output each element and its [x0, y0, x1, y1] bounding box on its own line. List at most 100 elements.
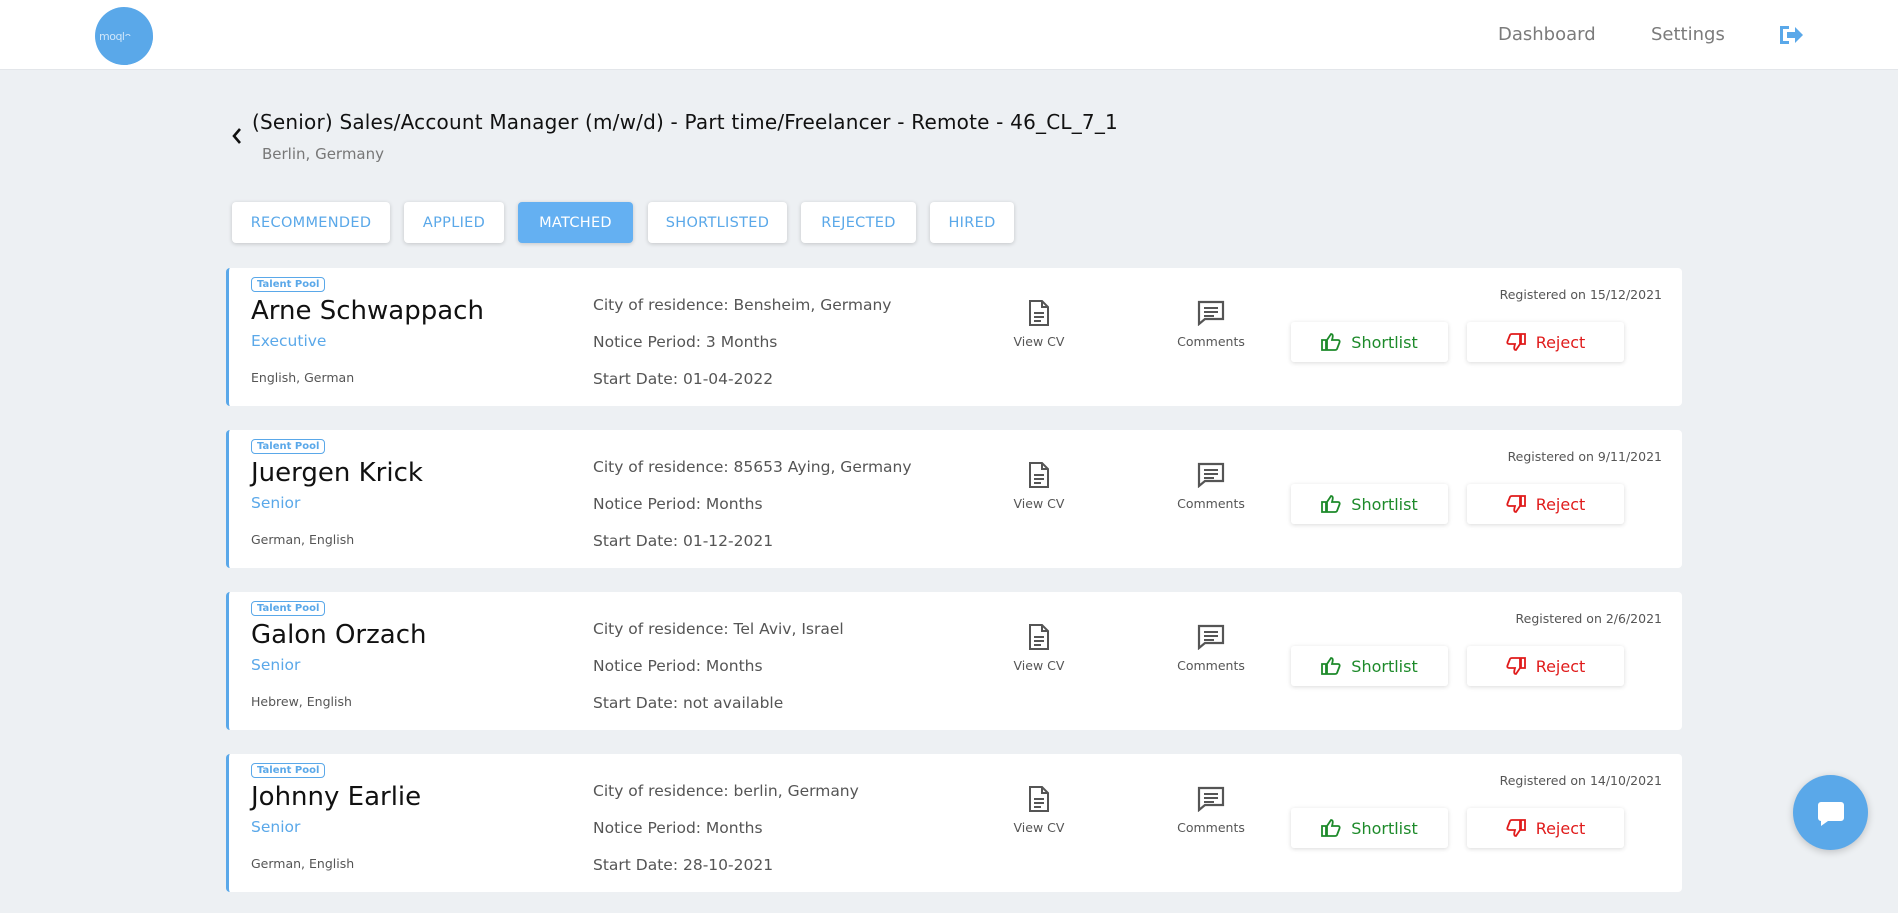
chat-button[interactable] [1793, 775, 1868, 850]
logout-icon[interactable] [1778, 24, 1804, 46]
top-navbar: moqlo Dashboard Settings [0, 0, 1898, 70]
view-cv-button[interactable]: View CV [994, 462, 1084, 511]
candidate-notice-period: Notice Period: Months [593, 657, 763, 675]
comments-button[interactable]: Comments [1166, 786, 1256, 835]
candidate-city: City of residence: Tel Aviv, Israel [593, 620, 844, 638]
registered-date: Registered on 2/6/2021 [1515, 611, 1662, 626]
candidate-notice-period: Notice Period: 3 Months [593, 333, 778, 351]
candidate-name[interactable]: Juergen Krick [251, 458, 423, 488]
thumbs-down-icon [1506, 333, 1526, 351]
comment-icon [1197, 300, 1225, 326]
candidate-notice-period: Notice Period: Months [593, 819, 763, 837]
candidate-card: Talent Pool Juergen Krick Senior German,… [226, 430, 1682, 568]
job-title: (Senior) Sales/Account Manager (m/w/d) -… [252, 110, 1118, 134]
comments-label: Comments [1177, 496, 1245, 511]
comments-label: Comments [1177, 820, 1245, 835]
candidate-card: Talent Pool Arne Schwappach Executive En… [226, 268, 1682, 406]
comment-icon [1197, 786, 1225, 812]
talent-pool-badge: Talent Pool [251, 601, 326, 616]
talent-pool-badge: Talent Pool [251, 763, 326, 778]
nav-settings-link[interactable]: Settings [1651, 24, 1725, 45]
reject-button[interactable]: Reject [1467, 322, 1624, 362]
view-cv-label: View CV [1013, 496, 1065, 511]
tab-matched[interactable]: MATCHED [518, 202, 633, 243]
candidate-city: City of residence: Bensheim, Germany [593, 296, 892, 314]
document-icon [1029, 462, 1049, 488]
shortlist-button[interactable]: Shortlist [1291, 322, 1448, 362]
nav-dashboard-link[interactable]: Dashboard [1498, 24, 1596, 45]
registered-date: Registered on 9/11/2021 [1507, 449, 1662, 464]
comments-label: Comments [1177, 334, 1245, 349]
document-icon [1029, 786, 1049, 812]
reject-button[interactable]: Reject [1467, 646, 1624, 686]
registered-date: Registered on 14/10/2021 [1499, 773, 1662, 788]
candidate-level: Senior [251, 656, 301, 674]
chat-bubble-icon [1817, 801, 1844, 826]
view-cv-button[interactable]: View CV [994, 786, 1084, 835]
shortlist-button[interactable]: Shortlist [1291, 646, 1448, 686]
candidate-start-date: Start Date: 28-10-2021 [593, 856, 774, 874]
view-cv-label: View CV [1013, 820, 1065, 835]
view-cv-button[interactable]: View CV [994, 624, 1084, 673]
candidate-languages: German, English [251, 532, 355, 547]
shortlist-button[interactable]: Shortlist [1291, 484, 1448, 524]
view-cv-label: View CV [1013, 334, 1065, 349]
candidate-start-date: Start Date: not available [593, 694, 784, 712]
shortlist-button[interactable]: Shortlist [1291, 808, 1448, 848]
view-cv-button[interactable]: View CV [994, 300, 1084, 349]
comment-icon [1197, 462, 1225, 488]
thumbs-up-icon [1321, 819, 1341, 837]
candidate-name[interactable]: Arne Schwappach [251, 296, 484, 326]
candidate-card: Talent Pool Galon Orzach Senior Hebrew, … [226, 592, 1682, 730]
candidate-start-date: Start Date: 01-12-2021 [593, 532, 774, 550]
brand-logo[interactable]: moqlo [95, 7, 153, 65]
view-cv-label: View CV [1013, 658, 1065, 673]
thumbs-up-icon [1321, 495, 1341, 513]
talent-pool-badge: Talent Pool [251, 439, 326, 454]
tab-recommended[interactable]: RECOMMENDED [232, 202, 390, 243]
registered-date: Registered on 15/12/2021 [1499, 287, 1662, 302]
reject-label: Reject [1535, 818, 1586, 838]
tab-rejected[interactable]: REJECTED [801, 202, 916, 243]
candidate-languages: English, German [251, 370, 355, 385]
candidate-name[interactable]: Johnny Earlie [251, 782, 421, 812]
job-location: Berlin, Germany [262, 145, 385, 163]
shortlist-label: Shortlist [1351, 818, 1418, 838]
candidate-card: Talent Pool Johnny Earlie Senior German,… [226, 754, 1682, 892]
tab-applied[interactable]: APPLIED [404, 202, 504, 243]
talent-pool-badge: Talent Pool [251, 277, 326, 292]
thumbs-down-icon [1506, 495, 1526, 513]
back-chevron-icon[interactable] [230, 126, 244, 146]
candidate-level: Senior [251, 818, 301, 836]
document-icon [1029, 624, 1049, 650]
comments-button[interactable]: Comments [1166, 462, 1256, 511]
reject-label: Reject [1535, 332, 1586, 352]
comments-button[interactable]: Comments [1166, 300, 1256, 349]
candidate-level: Executive [251, 332, 327, 350]
reject-button[interactable]: Reject [1467, 484, 1624, 524]
reject-label: Reject [1535, 656, 1586, 676]
comment-icon [1197, 624, 1225, 650]
thumbs-down-icon [1506, 657, 1526, 675]
comments-button[interactable]: Comments [1166, 624, 1256, 673]
thumbs-up-icon [1321, 333, 1341, 351]
tab-shortlisted[interactable]: SHORTLISTED [648, 202, 787, 243]
candidate-level: Senior [251, 494, 301, 512]
comments-label: Comments [1177, 658, 1245, 673]
tab-hired[interactable]: HIRED [930, 202, 1014, 243]
candidate-notice-period: Notice Period: Months [593, 495, 763, 513]
candidate-city: City of residence: berlin, Germany [593, 782, 859, 800]
shortlist-label: Shortlist [1351, 494, 1418, 514]
thumbs-up-icon [1321, 657, 1341, 675]
shortlist-label: Shortlist [1351, 332, 1418, 352]
reject-label: Reject [1535, 494, 1586, 514]
shortlist-label: Shortlist [1351, 656, 1418, 676]
reject-button[interactable]: Reject [1467, 808, 1624, 848]
candidate-languages: German, English [251, 856, 355, 871]
thumbs-down-icon [1506, 819, 1526, 837]
candidate-languages: Hebrew, English [251, 694, 352, 709]
candidate-city: City of residence: 85653 Aying, Germany [593, 458, 912, 476]
candidate-start-date: Start Date: 01-04-2022 [593, 370, 774, 388]
document-icon [1029, 300, 1049, 326]
candidate-name[interactable]: Galon Orzach [251, 620, 426, 650]
